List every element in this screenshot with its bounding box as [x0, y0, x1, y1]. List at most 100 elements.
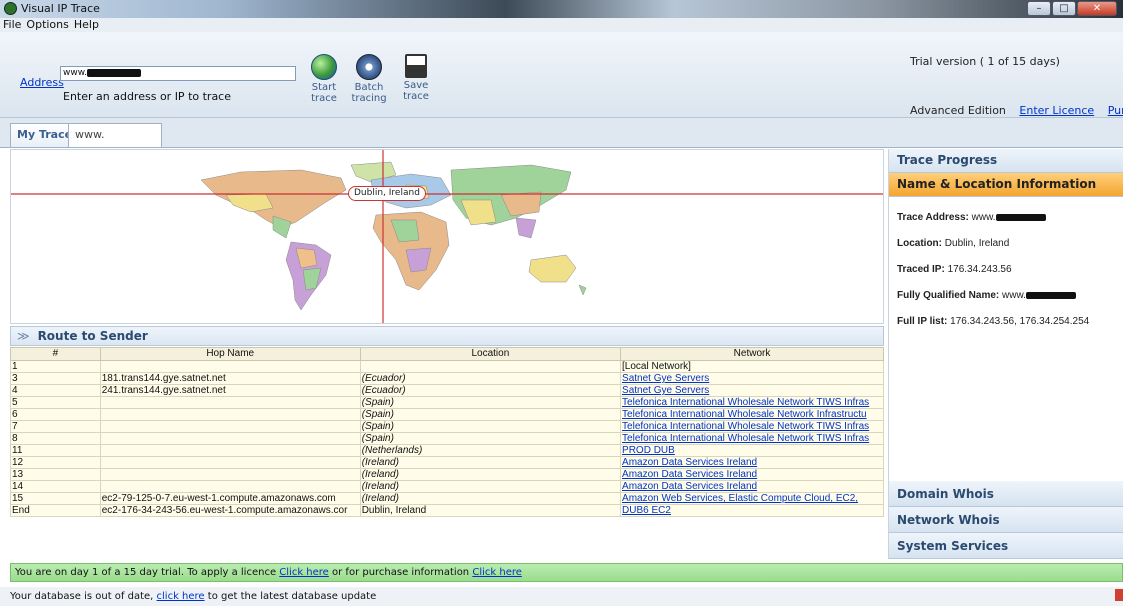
close-statusbar-icon[interactable] [1115, 589, 1123, 601]
location-cell: (Ecuador) [359, 384, 622, 397]
hop-number-cell: End [10, 504, 101, 517]
hop-number-cell: 5 [10, 396, 101, 409]
hop-name-cell: 181.trans144.gye.satnet.net [99, 372, 361, 385]
hop-number-cell: 3 [10, 372, 101, 385]
route-to-sender-header[interactable]: ≫ Route to Sender [10, 326, 884, 346]
network-cell[interactable]: Amazon Data Services Ireland [620, 456, 884, 469]
menu-file[interactable]: File [3, 18, 21, 32]
hops-table: # Hop Name Location Network 1 [Local Netw… [10, 347, 884, 517]
table-row[interactable]: 5 (Spain) Telefonica International Wholesa… [10, 396, 884, 409]
batch-tracing-button[interactable]: Batch tracing [350, 54, 388, 104]
world-map[interactable]: Dublin, Ireland [10, 149, 884, 324]
toolbar: Address www. Enter an address or IP to t… [0, 32, 1123, 118]
fqdn-label: Fully Qualified Name: [897, 290, 1000, 301]
db-status-text: Your database is out of date, [10, 591, 154, 602]
table-row[interactable]: 13 (Ireland) Amazon Data Services Ireland [10, 468, 884, 481]
location-cell: (Spain) [359, 408, 622, 421]
trial-version-text: Trial version ( 1 of 15 days) [910, 55, 1060, 68]
network-whois-header[interactable]: Network Whois [889, 507, 1123, 533]
network-cell[interactable]: Amazon Web Services, Elastic Compute Clo… [620, 492, 884, 505]
trial-status-bar: You are on day 1 of a 15 day trial. To a… [10, 563, 1123, 582]
location-row: Location: Dublin, Ireland [897, 231, 1115, 257]
hop-name-cell [99, 468, 361, 481]
network-cell[interactable]: Telefonica International Wholesale Netwo… [620, 420, 884, 433]
database-update-link[interactable]: click here [157, 591, 205, 602]
purchase-link[interactable]: Purchase [1108, 104, 1123, 117]
menu-help[interactable]: Help [74, 18, 99, 32]
trace-progress-header[interactable]: Trace Progress [889, 149, 1123, 173]
hop-number-cell: 13 [10, 468, 101, 481]
name-location-header[interactable]: Name & Location Information [889, 173, 1123, 197]
tab-bar: My Traces www. [0, 118, 1123, 161]
close-icon[interactable]: ✕ [1077, 1, 1117, 16]
table-row[interactable]: 3 181.trans144.gye.satnet.net (Ecuador) Sat… [10, 372, 884, 385]
route-title: Route to Sender [37, 329, 148, 343]
hop-number-cell: 1 [10, 360, 101, 373]
table-row[interactable]: 7 (Spain) Telefonica International Wholesa… [10, 420, 884, 433]
network-cell[interactable]: Amazon Data Services Ireland [620, 480, 884, 493]
fqdn-row: Fully Qualified Name: www. [897, 283, 1115, 309]
network-cell[interactable]: Satnet Gye Servers [620, 372, 884, 385]
network-cell[interactable]: Amazon Data Services Ireland [620, 468, 884, 481]
network-cell[interactable]: Satnet Gye Servers [620, 384, 884, 397]
address-value: www. [63, 68, 88, 78]
menu-options[interactable]: Options [26, 18, 68, 32]
db-status-text-2: to get the latest database update [207, 591, 377, 602]
network-cell[interactable]: PROD DUB [620, 444, 884, 457]
table-row[interactable]: 8 (Spain) Telefonica International Wholesa… [10, 432, 884, 445]
hop-name-cell [99, 432, 361, 445]
address-label[interactable]: Address [20, 76, 64, 89]
panel-bottom-sections: Domain Whois Network Whois System Servic… [889, 481, 1123, 559]
maximize-icon[interactable]: □ [1052, 1, 1076, 16]
hop-name-cell [99, 444, 361, 457]
tab-current-trace[interactable]: www. [68, 123, 162, 161]
hop-name-cell [99, 408, 361, 421]
world-map-graphic [11, 150, 883, 323]
network-cell[interactable]: Telefonica International Wholesale Netwo… [620, 408, 884, 421]
col-header-number[interactable]: # [10, 347, 101, 361]
tab-current-trace-label: www. [75, 128, 105, 141]
trace-address-label: Trace Address: [897, 212, 969, 223]
purchase-info-link[interactable]: Click here [472, 567, 522, 578]
col-header-hop-name[interactable]: Hop Name [99, 347, 361, 361]
full-ip-label: Full IP list: [897, 316, 948, 327]
batch-icon [356, 54, 382, 80]
table-row[interactable]: End ec2-176-34-243-56.eu-west-1.compute.a… [10, 504, 884, 517]
table-row[interactable]: 6 (Spain) Telefonica International Wholesa… [10, 408, 884, 421]
save-trace-button[interactable]: Save trace [397, 54, 435, 102]
location-cell [359, 360, 622, 373]
domain-whois-header[interactable]: Domain Whois [889, 481, 1123, 507]
table-row[interactable]: 1 [Local Network] [10, 360, 884, 373]
full-ip-row: Full IP list: 176.34.243.56, 176.34.254.… [897, 309, 1115, 335]
table-row[interactable]: 12 (Ireland) Amazon Data Services Ireland [10, 456, 884, 469]
system-services-header[interactable]: System Services [889, 533, 1123, 559]
location-cell: (Ireland) [359, 456, 622, 469]
minimize-icon[interactable]: – [1027, 1, 1051, 16]
apply-licence-link[interactable]: Click here [279, 567, 329, 578]
collapse-chevron-icon[interactable]: ≫ [17, 329, 30, 343]
table-row[interactable]: 11 (Netherlands) PROD DUB [10, 444, 884, 457]
window-title: Visual IP Trace [21, 2, 100, 15]
hop-name-cell [99, 480, 361, 493]
location-cell: (Ecuador) [359, 372, 622, 385]
table-row[interactable]: 15 ec2-79-125-0-7.eu-west-1.compute.amazo… [10, 492, 884, 505]
network-cell[interactable]: Telefonica International Wholesale Netwo… [620, 432, 884, 445]
address-hint: Enter an address or IP to trace [63, 90, 231, 103]
edition-row: Advanced Edition Enter Licence Purchase [910, 104, 1123, 117]
enter-licence-link[interactable]: Enter Licence [1019, 104, 1094, 117]
hop-number-cell: 6 [10, 408, 101, 421]
col-header-network[interactable]: Network [620, 347, 884, 361]
name-location-info: Trace Address: www. Location: Dublin, Ir… [889, 197, 1123, 343]
table-row[interactable]: 4 241.trans144.gye.satnet.net (Ecuador) Sat… [10, 384, 884, 397]
traced-ip-row: Traced IP: 176.34.243.56 [897, 257, 1115, 283]
col-header-location[interactable]: Location [359, 347, 622, 361]
address-input[interactable]: www. [60, 66, 296, 81]
table-row[interactable]: 14 (Ireland) Amazon Data Services Ireland [10, 480, 884, 493]
window-controls: – □ ✕ [1027, 1, 1117, 16]
network-cell[interactable]: DUB6 EC2 [620, 504, 884, 517]
start-trace-button[interactable]: Start trace [305, 54, 343, 104]
network-cell[interactable]: Telefonica International Wholesale Netwo… [620, 396, 884, 409]
floppy-disk-icon [405, 54, 427, 78]
trial-status-text: You are on day 1 of a 15 day trial. To a… [15, 567, 277, 578]
network-cell: [Local Network] [620, 360, 884, 373]
